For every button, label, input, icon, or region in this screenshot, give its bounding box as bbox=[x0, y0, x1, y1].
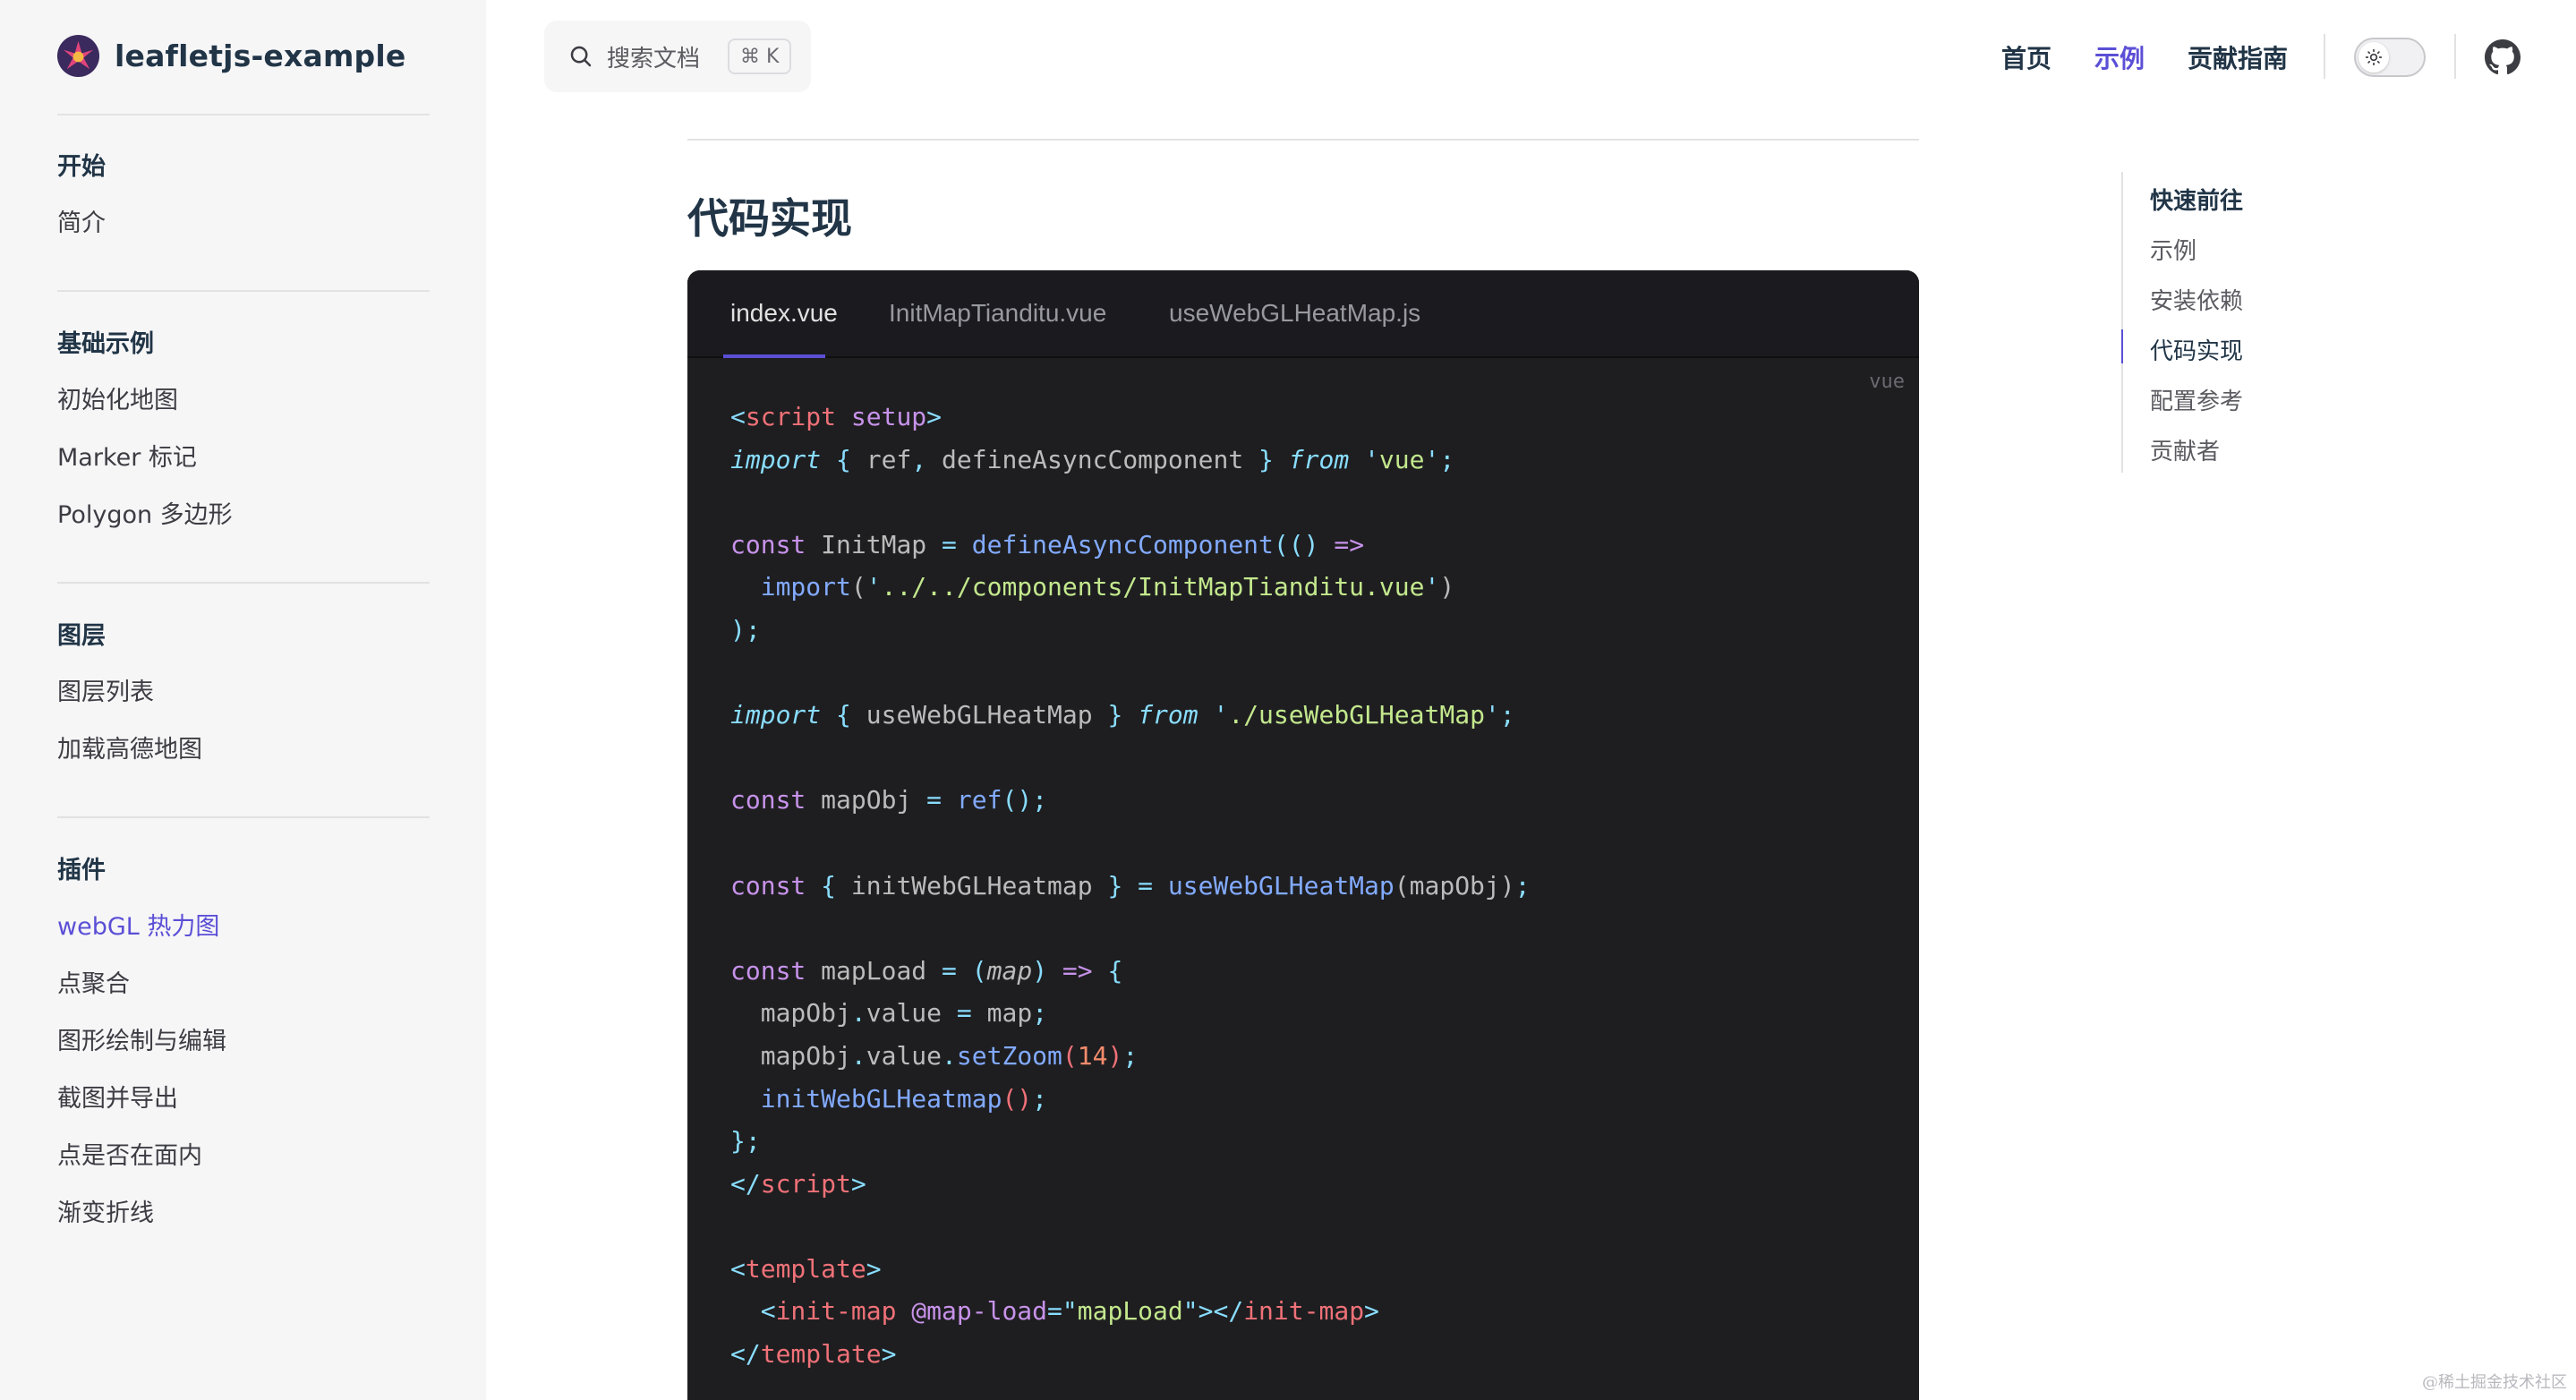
sidebar-item-point-in-polygon[interactable]: 点是否在面内 bbox=[57, 1136, 202, 1171]
outline-item-install[interactable]: 安装依赖 bbox=[2150, 283, 2243, 316]
search-shortcut-badge: ⌘ K bbox=[728, 38, 792, 74]
outline-active-marker bbox=[2121, 329, 2123, 363]
sidebar-group-title[interactable]: 基础示例 bbox=[57, 324, 154, 359]
sidebar-item-init-map[interactable]: 初始化地图 bbox=[57, 380, 178, 415]
tab-initmaptianditu-vue[interactable]: InitMapTianditu.vue bbox=[889, 299, 1106, 328]
sidebar-item-gradient-line[interactable]: 渐变折线 bbox=[57, 1193, 154, 1228]
brand-title: leafletjs-example bbox=[115, 38, 406, 73]
sidebar-group-title[interactable]: 图层 bbox=[57, 616, 106, 651]
search-icon bbox=[570, 46, 592, 67]
section-title: 代码实现 bbox=[687, 194, 852, 243]
outline-item-config[interactable]: 配置参考 bbox=[2150, 383, 2243, 416]
tab-usewebglheatmap-js[interactable]: useWebGLHeatMap.js bbox=[1169, 299, 1420, 328]
nav-guide-link[interactable]: 贡献指南 bbox=[2188, 39, 2288, 75]
sidebar-item-draw-edit[interactable]: 图形绘制与编辑 bbox=[57, 1021, 226, 1056]
toggle-knob bbox=[2358, 42, 2389, 73]
theme-toggle[interactable] bbox=[2354, 38, 2426, 77]
github-icon[interactable] bbox=[2485, 39, 2521, 75]
sidebar-group-title[interactable]: 插件 bbox=[57, 850, 106, 885]
content-divider bbox=[687, 139, 1919, 141]
nav-divider bbox=[2454, 34, 2456, 79]
nav-examples-link[interactable]: 示例 bbox=[2094, 39, 2145, 75]
sidebar-item-amap[interactable]: 加载高德地图 bbox=[57, 730, 202, 764]
outline-item-contributors[interactable]: 贡献者 bbox=[2150, 433, 2220, 466]
code-group: index.vue InitMapTianditu.vue useWebGLHe… bbox=[687, 270, 1919, 1400]
leaflet-logo-icon bbox=[56, 34, 100, 78]
sidebar-divider bbox=[57, 816, 430, 818]
sidebar-item-screenshot[interactable]: 截图并导出 bbox=[57, 1079, 178, 1114]
active-tab-indicator bbox=[723, 354, 825, 358]
sidebar-item-polygon[interactable]: Polygon 多边形 bbox=[57, 495, 233, 530]
sidebar-item-layer-list[interactable]: 图层列表 bbox=[57, 672, 154, 707]
sidebar-item-marker[interactable]: Marker 标记 bbox=[57, 438, 197, 473]
tab-index-vue[interactable]: index.vue bbox=[730, 299, 838, 328]
outline-track bbox=[2121, 172, 2123, 473]
sidebar-group-title[interactable]: 开始 bbox=[57, 147, 106, 182]
sidebar-item-webgl-heatmap[interactable]: webGL 热力图 bbox=[57, 907, 219, 942]
search-button[interactable]: 搜索文档 ⌘ K bbox=[544, 21, 811, 92]
sidebar-item-cluster[interactable]: 点聚合 bbox=[57, 964, 130, 999]
sidebar-divider bbox=[57, 114, 430, 115]
outline-item-code[interactable]: 代码实现 bbox=[2150, 333, 2243, 366]
code-lang-label: vue bbox=[1869, 371, 1905, 393]
nav-home-link[interactable]: 首页 bbox=[2001, 39, 2051, 75]
outline-item-examples[interactable]: 示例 bbox=[2150, 233, 2196, 266]
nav-divider bbox=[2324, 34, 2325, 79]
code-content: <script setup> import { ref, defineAsyncC… bbox=[730, 402, 1531, 1370]
outline-title: 快速前往 bbox=[2150, 188, 2244, 215]
sidebar-divider bbox=[57, 290, 430, 292]
search-label: 搜索文档 bbox=[607, 45, 701, 73]
sidebar-divider bbox=[57, 582, 430, 584]
watermark: @稀土掘金技术社区 bbox=[2422, 1373, 2567, 1392]
brand-link[interactable]: leafletjs-example bbox=[56, 34, 405, 78]
sun-icon bbox=[2365, 48, 2383, 66]
sidebar: leafletjs-example 开始 简介 基础示例 初始化地图 Marke… bbox=[0, 0, 486, 1400]
sidebar-item-intro[interactable]: 简介 bbox=[57, 203, 106, 238]
code-tabs: index.vue InitMapTianditu.vue useWebGLHe… bbox=[687, 270, 1919, 358]
